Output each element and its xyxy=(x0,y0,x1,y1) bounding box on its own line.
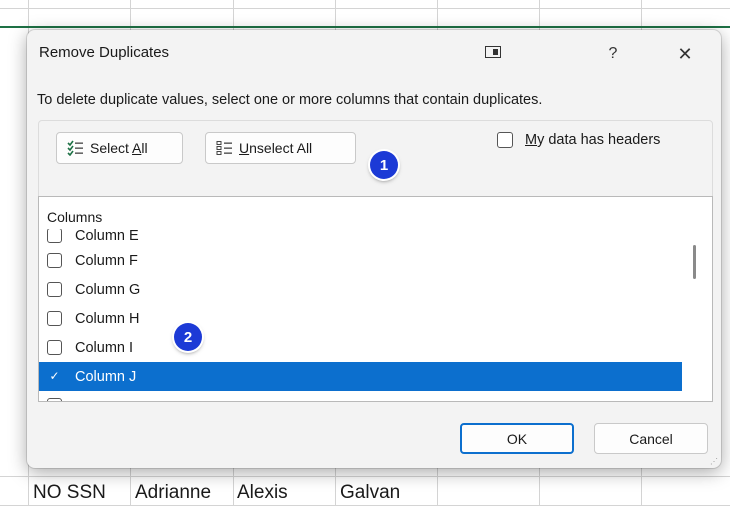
columns-scrollbar-thumb[interactable] xyxy=(693,245,696,279)
column-item-k-partial[interactable] xyxy=(39,391,682,401)
selected-row-border xyxy=(0,26,730,28)
columns-listbox[interactable]: Columns Column E Column F Column G Colum… xyxy=(38,196,713,402)
column-j-label: Column J xyxy=(75,368,137,385)
select-all-label: Select All xyxy=(90,140,148,156)
unselect-all-label: Unselect All xyxy=(239,140,313,156)
column-f-checkbox[interactable] xyxy=(47,253,62,268)
my-data-has-headers-checkbox[interactable]: My data has headers xyxy=(497,132,660,148)
remove-duplicates-dialog: Remove Duplicates ? ✕ To delete duplicat… xyxy=(27,30,721,468)
unselect-all-icon xyxy=(216,141,232,155)
unselect-all-button[interactable]: Unselect All xyxy=(205,132,356,164)
headers-checkbox-label: My data has headers xyxy=(525,132,661,148)
instruction-text: To delete duplicate values, select one o… xyxy=(37,92,543,108)
select-all-icon xyxy=(67,140,83,156)
column-h-label: Column H xyxy=(75,310,140,327)
cancel-button[interactable]: Cancel xyxy=(594,423,708,454)
cell-ssn[interactable]: NO SSN xyxy=(33,482,106,504)
help-icon[interactable]: ? xyxy=(593,40,633,68)
cell-last-name[interactable]: Galvan xyxy=(340,482,400,504)
column-e-checkbox[interactable] xyxy=(47,228,62,243)
columns-scrollbar[interactable] xyxy=(689,201,703,397)
resize-grip-icon[interactable]: ⋰ xyxy=(710,458,718,466)
column-item-j[interactable]: ✓ Column J xyxy=(39,362,682,391)
column-f-label: Column F xyxy=(75,252,138,269)
column-item-g[interactable]: Column G xyxy=(39,275,682,304)
dialog-title: Remove Duplicates xyxy=(39,44,170,61)
cell-first-name[interactable]: Adrianne xyxy=(135,482,211,504)
select-all-button[interactable]: Select All xyxy=(56,132,183,164)
column-i-label: Column I xyxy=(75,339,134,356)
column-item-i[interactable]: Column I xyxy=(39,333,682,362)
column-k-checkbox[interactable] xyxy=(47,398,62,401)
headers-checkbox-box[interactable] xyxy=(497,132,513,148)
column-h-checkbox[interactable] xyxy=(47,311,62,326)
column-i-checkbox[interactable] xyxy=(47,340,62,355)
annotation-badge-2: 2 xyxy=(174,323,202,351)
columns-header: Columns xyxy=(47,209,677,229)
cell-middle-name[interactable]: Alexis xyxy=(237,482,288,504)
column-g-checkbox[interactable] xyxy=(47,282,62,297)
annotation-badge-1: 1 xyxy=(370,151,398,179)
column-j-checkbox[interactable]: ✓ xyxy=(47,369,62,384)
compact-mode-icon[interactable] xyxy=(473,40,513,68)
ok-button[interactable]: OK xyxy=(460,423,574,454)
column-item-f[interactable]: Column F xyxy=(39,246,682,275)
column-g-label: Column G xyxy=(75,281,141,298)
column-e-label: Column E xyxy=(75,227,139,244)
close-icon[interactable]: ✕ xyxy=(665,40,705,68)
column-item-h[interactable]: Column H xyxy=(39,304,682,333)
